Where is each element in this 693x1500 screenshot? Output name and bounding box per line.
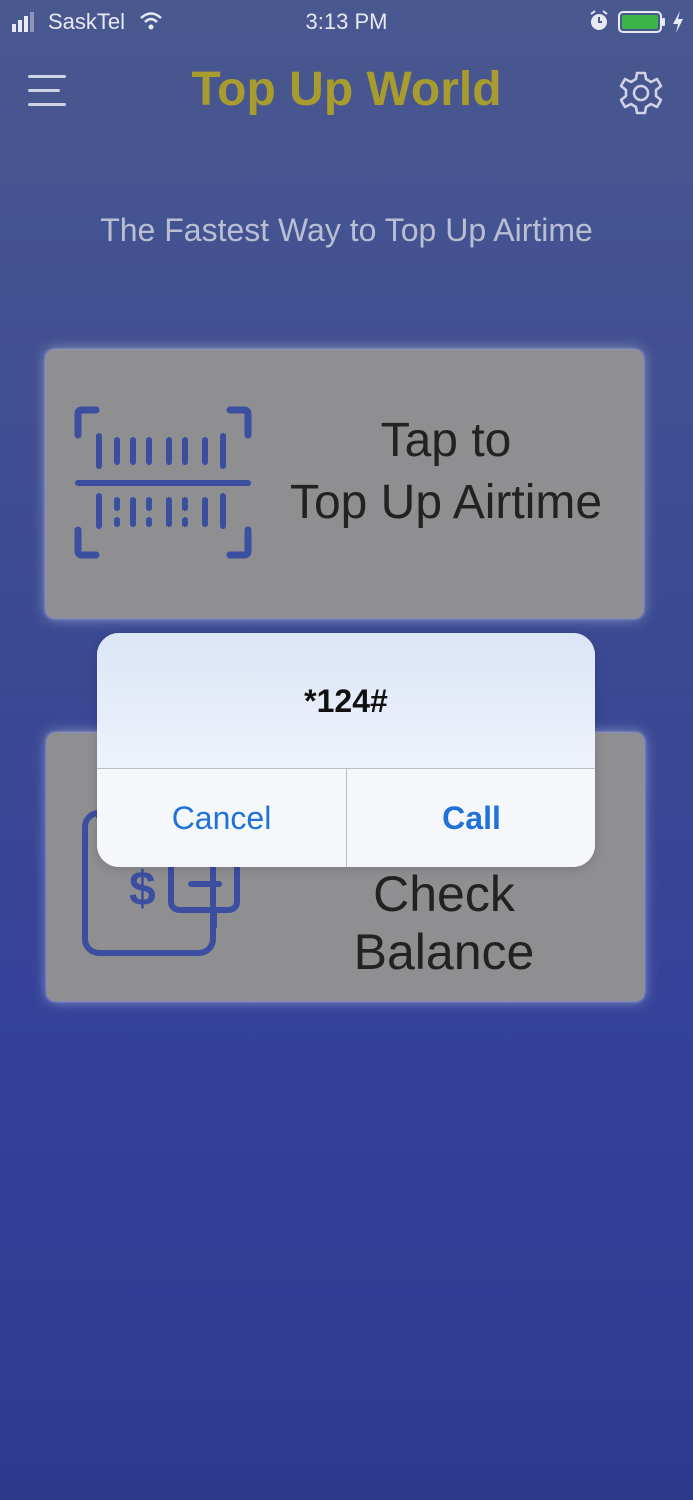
- tagline: The Fastest Way to Top Up Airtime: [100, 212, 593, 248]
- dialog-body: *124#: [97, 633, 595, 768]
- top-up-label-line1: Tap to: [380, 414, 512, 467]
- top-up-airtime-button[interactable]: Tap to Top Up Airtime: [46, 350, 643, 618]
- gear-icon[interactable]: [618, 68, 664, 118]
- cancel-button[interactable]: Cancel: [97, 769, 346, 867]
- check-balance-label: Check Balance: [353, 866, 535, 980]
- top-up-label: Tap to Top Up Airtime: [286, 410, 606, 534]
- charging-bolt-icon: [673, 11, 683, 33]
- top-up-label-line2: Top Up Airtime: [289, 476, 603, 529]
- battery-icon: [618, 11, 665, 33]
- status-bar: SaskTel 3:13 PM: [0, 0, 693, 46]
- call-confirmation-dialog: *124# Cancel Call: [97, 633, 595, 867]
- dialog-message: *124#: [304, 683, 388, 719]
- app-title: Top Up World: [191, 63, 502, 116]
- svg-text:$: $: [129, 863, 156, 916]
- call-button[interactable]: Call: [347, 769, 595, 867]
- barcode-scan-icon: [74, 406, 252, 559]
- alarm-icon: [590, 10, 608, 30]
